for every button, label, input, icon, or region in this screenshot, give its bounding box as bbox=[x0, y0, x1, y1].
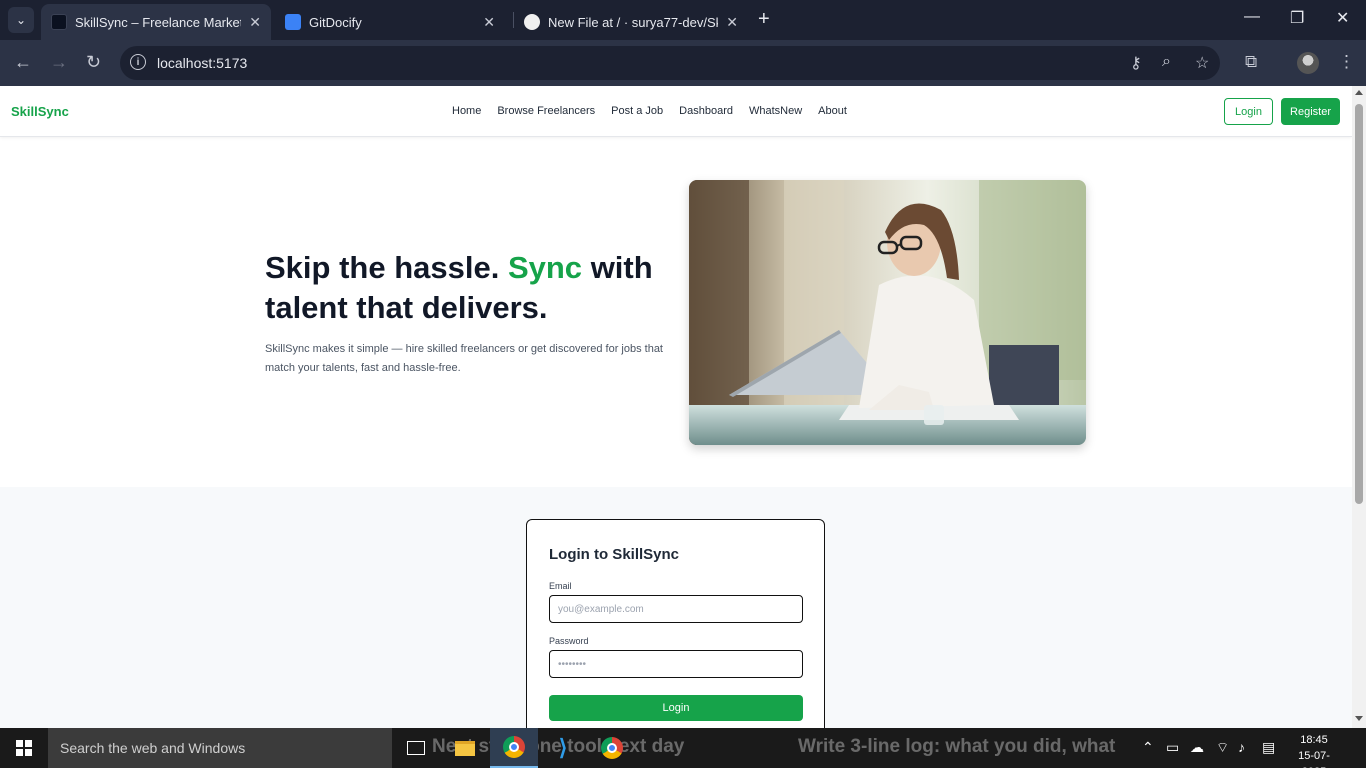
close-icon[interactable]: ✕ bbox=[483, 14, 495, 31]
gitdocify-favicon-icon bbox=[285, 14, 301, 30]
tab-title: GitDocify bbox=[309, 14, 362, 30]
taskbar-search-input[interactable]: Search the web and Windows bbox=[48, 728, 392, 768]
new-tab-plus-icon[interactable]: + bbox=[758, 8, 770, 31]
tab-gitdocify[interactable]: GitDocify ✕ bbox=[275, 4, 505, 40]
chrome-taskbar-icon-2[interactable] bbox=[588, 728, 636, 768]
forward-arrow-icon[interactable]: → bbox=[50, 52, 68, 73]
url-text[interactable]: localhost:5173 bbox=[157, 55, 247, 71]
back-arrow-icon[interactable]: ← bbox=[14, 52, 32, 73]
github-favicon-icon bbox=[524, 14, 540, 30]
email-label: Email bbox=[549, 581, 572, 591]
nav-link-whatsnew[interactable]: WhatsNew bbox=[749, 105, 802, 117]
task-view-icon[interactable] bbox=[392, 728, 440, 768]
hero-title-part1: Skip the hassle. bbox=[265, 250, 500, 285]
chrome-taskbar-icon[interactable] bbox=[490, 728, 538, 768]
reload-icon[interactable]: ↻ bbox=[86, 52, 101, 73]
taskbar-clock[interactable]: 18:45 15-07-2025 bbox=[1290, 732, 1338, 768]
more-menu-icon[interactable]: ⋮ bbox=[1338, 52, 1355, 72]
tab-skillsync[interactable]: SkillSync – Freelance Marketplace ✕ bbox=[41, 4, 271, 40]
login-card: Login to SkillSync Email Password Login bbox=[526, 519, 825, 728]
tab-title: New File at / · surya77-dev/SkillSync bbox=[548, 14, 718, 30]
vscode-taskbar-icon[interactable]: ⟩ bbox=[539, 728, 587, 768]
hero-title: Skip the hassle. Sync with talent that d… bbox=[265, 248, 685, 328]
scroll-up-arrow-icon[interactable] bbox=[1355, 90, 1363, 95]
address-bar[interactable]: i localhost:5173 ⚷ ⌕ ☆ bbox=[120, 46, 1220, 80]
windows-taskbar: Next step, one tool next day Write 3-lin… bbox=[0, 728, 1366, 768]
nav-register-button[interactable]: Register bbox=[1281, 98, 1340, 125]
password-field[interactable] bbox=[549, 650, 803, 678]
site-logo[interactable]: SkillSync bbox=[11, 104, 69, 119]
login-heading: Login to SkillSync bbox=[549, 546, 680, 563]
nav-link-browse-freelancers[interactable]: Browse Freelancers bbox=[497, 105, 595, 117]
background-window-text: Write 3-line log: what you did, what bbox=[798, 736, 1116, 757]
restore-icon[interactable]: ❐ bbox=[1290, 8, 1304, 28]
hero-title-highlight: Sync bbox=[507, 250, 583, 285]
password-key-icon[interactable]: ⚷ bbox=[1130, 53, 1142, 73]
password-label: Password bbox=[549, 636, 589, 646]
close-icon[interactable]: ✕ bbox=[726, 14, 738, 31]
minimize-icon[interactable]: — bbox=[1244, 8, 1260, 26]
battery-icon[interactable]: ▭ bbox=[1166, 739, 1179, 756]
file-explorer-icon[interactable] bbox=[441, 728, 489, 768]
close-icon[interactable]: ✕ bbox=[249, 14, 261, 31]
nav-links: Home Browse Freelancers Post a Job Dashb… bbox=[452, 105, 847, 117]
tab-github[interactable]: New File at / · surya77-dev/SkillSync ✕ bbox=[514, 4, 748, 40]
profile-avatar[interactable] bbox=[1297, 52, 1319, 74]
skillsync-favicon-icon bbox=[51, 14, 67, 30]
nav-link-home[interactable]: Home bbox=[452, 105, 481, 117]
email-field[interactable] bbox=[549, 595, 803, 623]
page-viewport: SkillSync Home Browse Freelancers Post a… bbox=[0, 86, 1352, 728]
nav-link-post-a-job[interactable]: Post a Job bbox=[611, 105, 663, 117]
hero-subtitle: SkillSync makes it simple — hire skilled… bbox=[265, 343, 663, 374]
chrome-icon bbox=[503, 736, 525, 758]
site-info-icon[interactable]: i bbox=[130, 54, 146, 70]
onedrive-icon[interactable]: ☁ bbox=[1190, 739, 1204, 756]
volume-icon[interactable]: ♪ bbox=[1238, 739, 1245, 755]
page-scrollbar[interactable] bbox=[1352, 86, 1366, 728]
browser-tab-strip: ⌄ SkillSync – Freelance Marketplace ✕ Gi… bbox=[0, 0, 1366, 40]
nav-login-button[interactable]: Login bbox=[1224, 98, 1273, 125]
bookmark-star-icon[interactable]: ☆ bbox=[1195, 53, 1209, 73]
nav-link-about[interactable]: About bbox=[818, 105, 847, 117]
window-close-icon[interactable]: ✕ bbox=[1336, 8, 1349, 28]
scroll-down-arrow-icon[interactable] bbox=[1355, 716, 1363, 721]
site-navbar: SkillSync Home Browse Freelancers Post a… bbox=[0, 86, 1352, 137]
zoom-icon[interactable]: ⌕ bbox=[1162, 53, 1171, 71]
browser-toolbar: ← → ↻ i localhost:5173 ⚷ ⌕ ☆ ⧉ ⋮ bbox=[0, 40, 1366, 86]
clock-date: 15-07-2025 bbox=[1298, 750, 1330, 768]
tab-search-button[interactable]: ⌄ bbox=[8, 7, 34, 33]
extensions-icon[interactable]: ⧉ bbox=[1245, 52, 1257, 72]
tray-chevron-up-icon[interactable]: ⌃ bbox=[1142, 739, 1154, 756]
login-section: Login to SkillSync Email Password Login bbox=[0, 487, 1352, 728]
notifications-icon[interactable]: ▤ bbox=[1262, 739, 1275, 756]
hero-image bbox=[689, 180, 1086, 445]
windows-start-icon[interactable] bbox=[16, 740, 32, 756]
login-submit-button[interactable]: Login bbox=[549, 695, 803, 721]
tab-title: SkillSync – Freelance Marketplace bbox=[75, 14, 241, 30]
clock-time: 18:45 bbox=[1300, 734, 1328, 746]
wifi-icon[interactable]: ⌔ bbox=[1216, 739, 1229, 757]
nav-link-dashboard[interactable]: Dashboard bbox=[679, 105, 733, 117]
chrome-icon bbox=[601, 737, 623, 759]
scrollbar-thumb[interactable] bbox=[1355, 104, 1363, 504]
